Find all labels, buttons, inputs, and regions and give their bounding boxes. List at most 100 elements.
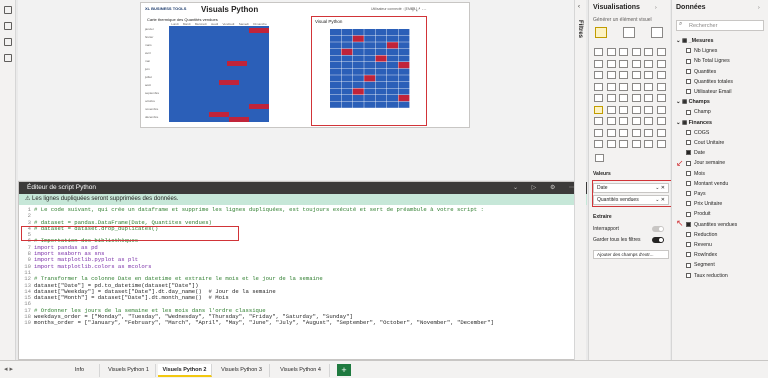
- visual-type-icon[interactable]: [656, 117, 666, 125]
- add-page-button[interactable]: +: [337, 364, 351, 376]
- visual-type-icon[interactable]: [606, 59, 616, 68]
- visual-type-icon[interactable]: [656, 48, 666, 56]
- visual-type-icon[interactable]: [656, 140, 666, 148]
- visual-type-icon[interactable]: [656, 59, 666, 68]
- tab-info[interactable]: Info: [60, 364, 100, 377]
- visual-type-icon[interactable]: [606, 128, 616, 137]
- visual-type-icon[interactable]: [644, 117, 653, 125]
- report-view-icon[interactable]: [4, 6, 12, 14]
- visual-type-icon[interactable]: [606, 140, 616, 148]
- field-item[interactable]: Nb Lignes: [686, 48, 717, 55]
- visual-type-icon[interactable]: [606, 71, 616, 79]
- checkbox-icon[interactable]: [686, 252, 691, 258]
- table-group[interactable]: ⌄ ▦ Finances: [676, 120, 712, 126]
- visual-type-icon[interactable]: [631, 48, 641, 56]
- checkbox-icon[interactable]: [686, 221, 691, 227]
- close-icon[interactable]: ⌄ ✕: [655, 184, 665, 193]
- field-item[interactable]: Montant vendu: [686, 181, 728, 188]
- field-item[interactable]: COGS: [686, 130, 709, 137]
- checkbox-icon[interactable]: [686, 201, 691, 207]
- visual-type-icon[interactable]: [619, 59, 628, 68]
- checkbox-icon[interactable]: [686, 242, 691, 248]
- visual-type-icon[interactable]: [631, 94, 641, 102]
- visual-type-icon[interactable]: [644, 82, 653, 91]
- visual-type-icon[interactable]: [594, 128, 603, 137]
- nav-arrows-icon[interactable]: ◂ ▸: [4, 365, 13, 373]
- field-item[interactable]: Revenu: [686, 242, 712, 249]
- field-item[interactable]: Reduction: [686, 232, 717, 239]
- field-item[interactable]: Produit: [686, 211, 710, 218]
- visual-type-icon[interactable]: [644, 105, 653, 114]
- visual-type-icon[interactable]: [631, 82, 641, 91]
- value-well-date[interactable]: Date ⌄ ✕: [593, 183, 669, 193]
- add-drillthrough-field[interactable]: Ajouter des champs d'extr...: [593, 250, 669, 259]
- visual-type-icon[interactable]: [594, 105, 603, 114]
- visual-type-icon[interactable]: [631, 105, 641, 114]
- checkbox-icon[interactable]: [686, 180, 691, 186]
- visual-type-icon[interactable]: [594, 117, 603, 125]
- checkbox-icon[interactable]: [686, 211, 691, 217]
- checkbox-icon[interactable]: [686, 170, 691, 176]
- cross-report-toggle[interactable]: [652, 226, 664, 232]
- checkbox-icon[interactable]: [686, 48, 691, 54]
- filters-pane-collapsed[interactable]: ‹ Filtres: [574, 0, 586, 360]
- field-item[interactable]: Prix Unitaire: [686, 201, 722, 208]
- visual-type-icon[interactable]: [656, 94, 666, 102]
- checkbox-icon[interactable]: [686, 150, 691, 156]
- visual-type-icon[interactable]: [619, 105, 628, 114]
- visual-type-icon[interactable]: [656, 105, 666, 114]
- visual-type-icon[interactable]: [644, 48, 653, 56]
- visual-type-icon[interactable]: [594, 59, 603, 68]
- checkbox-icon[interactable]: [686, 191, 691, 197]
- checkbox-icon[interactable]: [686, 129, 691, 135]
- visual-type-icon[interactable]: [594, 140, 603, 148]
- checkbox-icon[interactable]: [686, 89, 691, 95]
- tab-visuels-python-3[interactable]: Visuels Python 3: [214, 364, 270, 377]
- visual-type-icon[interactable]: [644, 59, 653, 68]
- visual-type-icon[interactable]: [656, 82, 666, 91]
- editor-header-icons[interactable]: ⌄ ▷ ⚙ ⋯: [513, 182, 581, 194]
- field-item[interactable]: Quantites: [686, 69, 716, 76]
- visual-type-icon[interactable]: [606, 117, 616, 125]
- checkbox-icon[interactable]: [686, 78, 691, 84]
- visual-type-icon[interactable]: [619, 82, 628, 91]
- chevron-right-icon[interactable]: ›: [655, 5, 657, 11]
- tab-visuels-python-1[interactable]: Visuels Python 1: [102, 364, 156, 377]
- checkbox-icon[interactable]: [686, 140, 691, 146]
- visual-type-icon[interactable]: [594, 94, 603, 102]
- format-visual-icon[interactable]: [623, 27, 635, 38]
- visual-type-icon[interactable]: [644, 140, 653, 148]
- search-input[interactable]: Rechercher: [676, 20, 764, 31]
- field-item[interactable]: Jour semaine: [686, 160, 725, 167]
- visual-type-icon[interactable]: [619, 71, 628, 79]
- visual-type-icon[interactable]: [631, 59, 641, 68]
- visual-type-icon[interactable]: [619, 94, 628, 102]
- field-item[interactable]: RowIndex: [686, 252, 717, 259]
- field-item[interactable]: Quantites vendues: [686, 222, 737, 229]
- close-icon[interactable]: ⌄ ✕: [655, 196, 665, 205]
- table-group[interactable]: ⌄ ▦ Champs: [676, 99, 710, 105]
- visual-type-icon[interactable]: [619, 48, 628, 56]
- analytics-icon[interactable]: [651, 27, 663, 38]
- visual-type-icon[interactable]: [594, 71, 603, 79]
- checkbox-icon[interactable]: [686, 231, 691, 237]
- visual-type-icon[interactable]: [606, 94, 616, 102]
- visual-type-icon[interactable]: [631, 117, 641, 125]
- visual-type-icon[interactable]: [656, 128, 666, 137]
- checkbox-icon[interactable]: [686, 58, 691, 64]
- field-item[interactable]: Date: [686, 150, 705, 157]
- checkbox-icon[interactable]: [686, 109, 691, 115]
- visual-type-icon[interactable]: [631, 140, 641, 148]
- field-item[interactable]: Utilisateur Email: [686, 89, 731, 96]
- model-view-icon[interactable]: [4, 38, 12, 46]
- chevron-left-icon[interactable]: ‹: [578, 4, 580, 10]
- checkbox-icon[interactable]: [686, 160, 691, 166]
- field-item[interactable]: Segment: [686, 262, 715, 269]
- chevron-right-icon[interactable]: ›: [758, 5, 760, 11]
- tab-visuels-python-2[interactable]: Visuels Python 2: [158, 364, 212, 377]
- visual-type-icon[interactable]: [619, 140, 628, 148]
- visual-type-icon[interactable]: [619, 117, 628, 125]
- field-item[interactable]: Quantites totales: [686, 79, 733, 86]
- visual-type-icon[interactable]: [644, 94, 653, 102]
- visual-type-icon[interactable]: [606, 82, 616, 91]
